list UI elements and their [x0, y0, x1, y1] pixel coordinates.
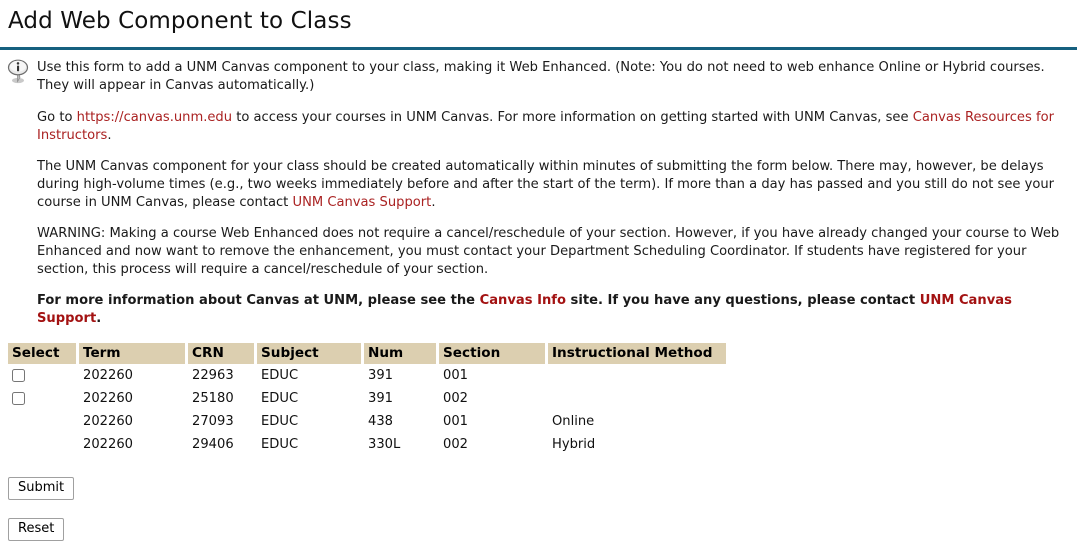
cell-num: 438: [364, 409, 439, 433]
row-select-cell-empty: [8, 432, 79, 456]
cell-subject: EDUC: [257, 432, 364, 456]
cell-num: 330L: [364, 432, 439, 456]
info-block: Use this form to add a UNM Canvas compon…: [0, 50, 1077, 329]
paragraph-2-middle: to access your courses in UNM Canvas. Fo…: [232, 109, 913, 125]
cell-method: [548, 386, 726, 410]
cell-term: 202260: [79, 363, 188, 387]
submit-button[interactable]: Submit: [8, 476, 75, 500]
reset-button-row: Reset: [0, 517, 1077, 541]
cell-term: 202260: [79, 432, 188, 456]
row-select-checkbox[interactable]: [12, 368, 25, 382]
table-row: 202260 29406 EDUC 330L 002 Hybrid: [8, 432, 726, 456]
paragraph-2-suffix: .: [107, 127, 112, 143]
info-paragraph-warning: WARNING: Making a course Web Enhanced do…: [37, 225, 1067, 279]
cell-method: Hybrid: [548, 432, 726, 456]
info-paragraph-1: Use this form to add a UNM Canvas compon…: [37, 59, 1067, 95]
column-header-term: Term: [79, 342, 188, 364]
bold-note-suffix: .: [96, 311, 102, 327]
reset-button[interactable]: Reset: [8, 517, 65, 541]
sections-table-body: 202260 22963 EDUC 391 001 202260 25180 E…: [8, 363, 726, 456]
sections-table-wrapper: Select Term CRN Subject Num Section Inst…: [0, 342, 1077, 456]
canvas-info-link[interactable]: Canvas Info: [480, 293, 566, 308]
info-paragraph-2: Go to https://canvas.unm.edu to access y…: [37, 109, 1067, 145]
bold-note-prefix: For more information about Canvas at UNM…: [37, 293, 480, 309]
cell-num: 391: [364, 386, 439, 410]
column-header-section: Section: [439, 342, 548, 364]
sections-table-head: Select Term CRN Subject Num Section Inst…: [8, 342, 726, 364]
paragraph-3-prefix: The UNM Canvas component for your class …: [37, 159, 1055, 211]
column-header-instructional-method: Instructional Method: [548, 342, 726, 364]
column-header-select: Select: [8, 342, 79, 364]
cell-subject: EDUC: [257, 409, 364, 433]
column-header-num: Num: [364, 342, 439, 364]
paragraph-2-prefix: Go to: [37, 109, 77, 125]
table-row: 202260 22963 EDUC 391 001: [8, 363, 726, 387]
row-select-cell-empty: [8, 409, 79, 433]
cell-method: Online: [548, 409, 726, 433]
page-title: Add Web Component to Class: [8, 8, 352, 34]
cell-subject: EDUC: [257, 386, 364, 410]
row-select-cell[interactable]: [8, 363, 79, 387]
row-select-checkbox[interactable]: [12, 391, 25, 405]
sections-table: Select Term CRN Subject Num Section Inst…: [8, 342, 726, 456]
cell-term: 202260: [79, 386, 188, 410]
table-row: 202260 25180 EDUC 391 002: [8, 386, 726, 410]
canvas-url-link[interactable]: https://canvas.unm.edu: [77, 110, 232, 125]
cell-subject: EDUC: [257, 363, 364, 387]
cell-crn: 29406: [188, 432, 257, 456]
cell-num: 391: [364, 363, 439, 387]
cell-section: 001: [439, 409, 548, 433]
info-balloon-icon: [7, 59, 31, 85]
cell-crn: 27093: [188, 409, 257, 433]
paragraph-3-suffix: .: [431, 195, 436, 211]
cell-crn: 25180: [188, 386, 257, 410]
row-select-cell[interactable]: [8, 386, 79, 410]
submit-button-row: Submit: [0, 476, 1077, 500]
warning-text: WARNING: Making a course Web Enhanced do…: [37, 226, 1060, 278]
info-paragraph-bold-note: For more information about Canvas at UNM…: [37, 292, 1067, 328]
canvas-support-link[interactable]: UNM Canvas Support: [292, 195, 431, 210]
cell-section: 002: [439, 432, 548, 456]
cell-crn: 22963: [188, 363, 257, 387]
cell-section: 002: [439, 386, 548, 410]
cell-term: 202260: [79, 409, 188, 433]
info-paragraph-1-text: Use this form to add a UNM Canvas compon…: [37, 59, 1045, 93]
page-root: Add Web Component to Class Use this form…: [0, 0, 1077, 541]
table-row: 202260 27093 EDUC 438 001 Online: [8, 409, 726, 433]
cell-section: 001: [439, 363, 548, 387]
bold-note-middle: site. If you have any questions, please …: [566, 293, 920, 309]
info-paragraph-3: The UNM Canvas component for your class …: [37, 158, 1067, 212]
column-header-crn: CRN: [188, 342, 257, 364]
table-header-row: Select Term CRN Subject Num Section Inst…: [8, 342, 726, 364]
cell-method: [548, 363, 726, 387]
column-header-subject: Subject: [257, 342, 364, 364]
